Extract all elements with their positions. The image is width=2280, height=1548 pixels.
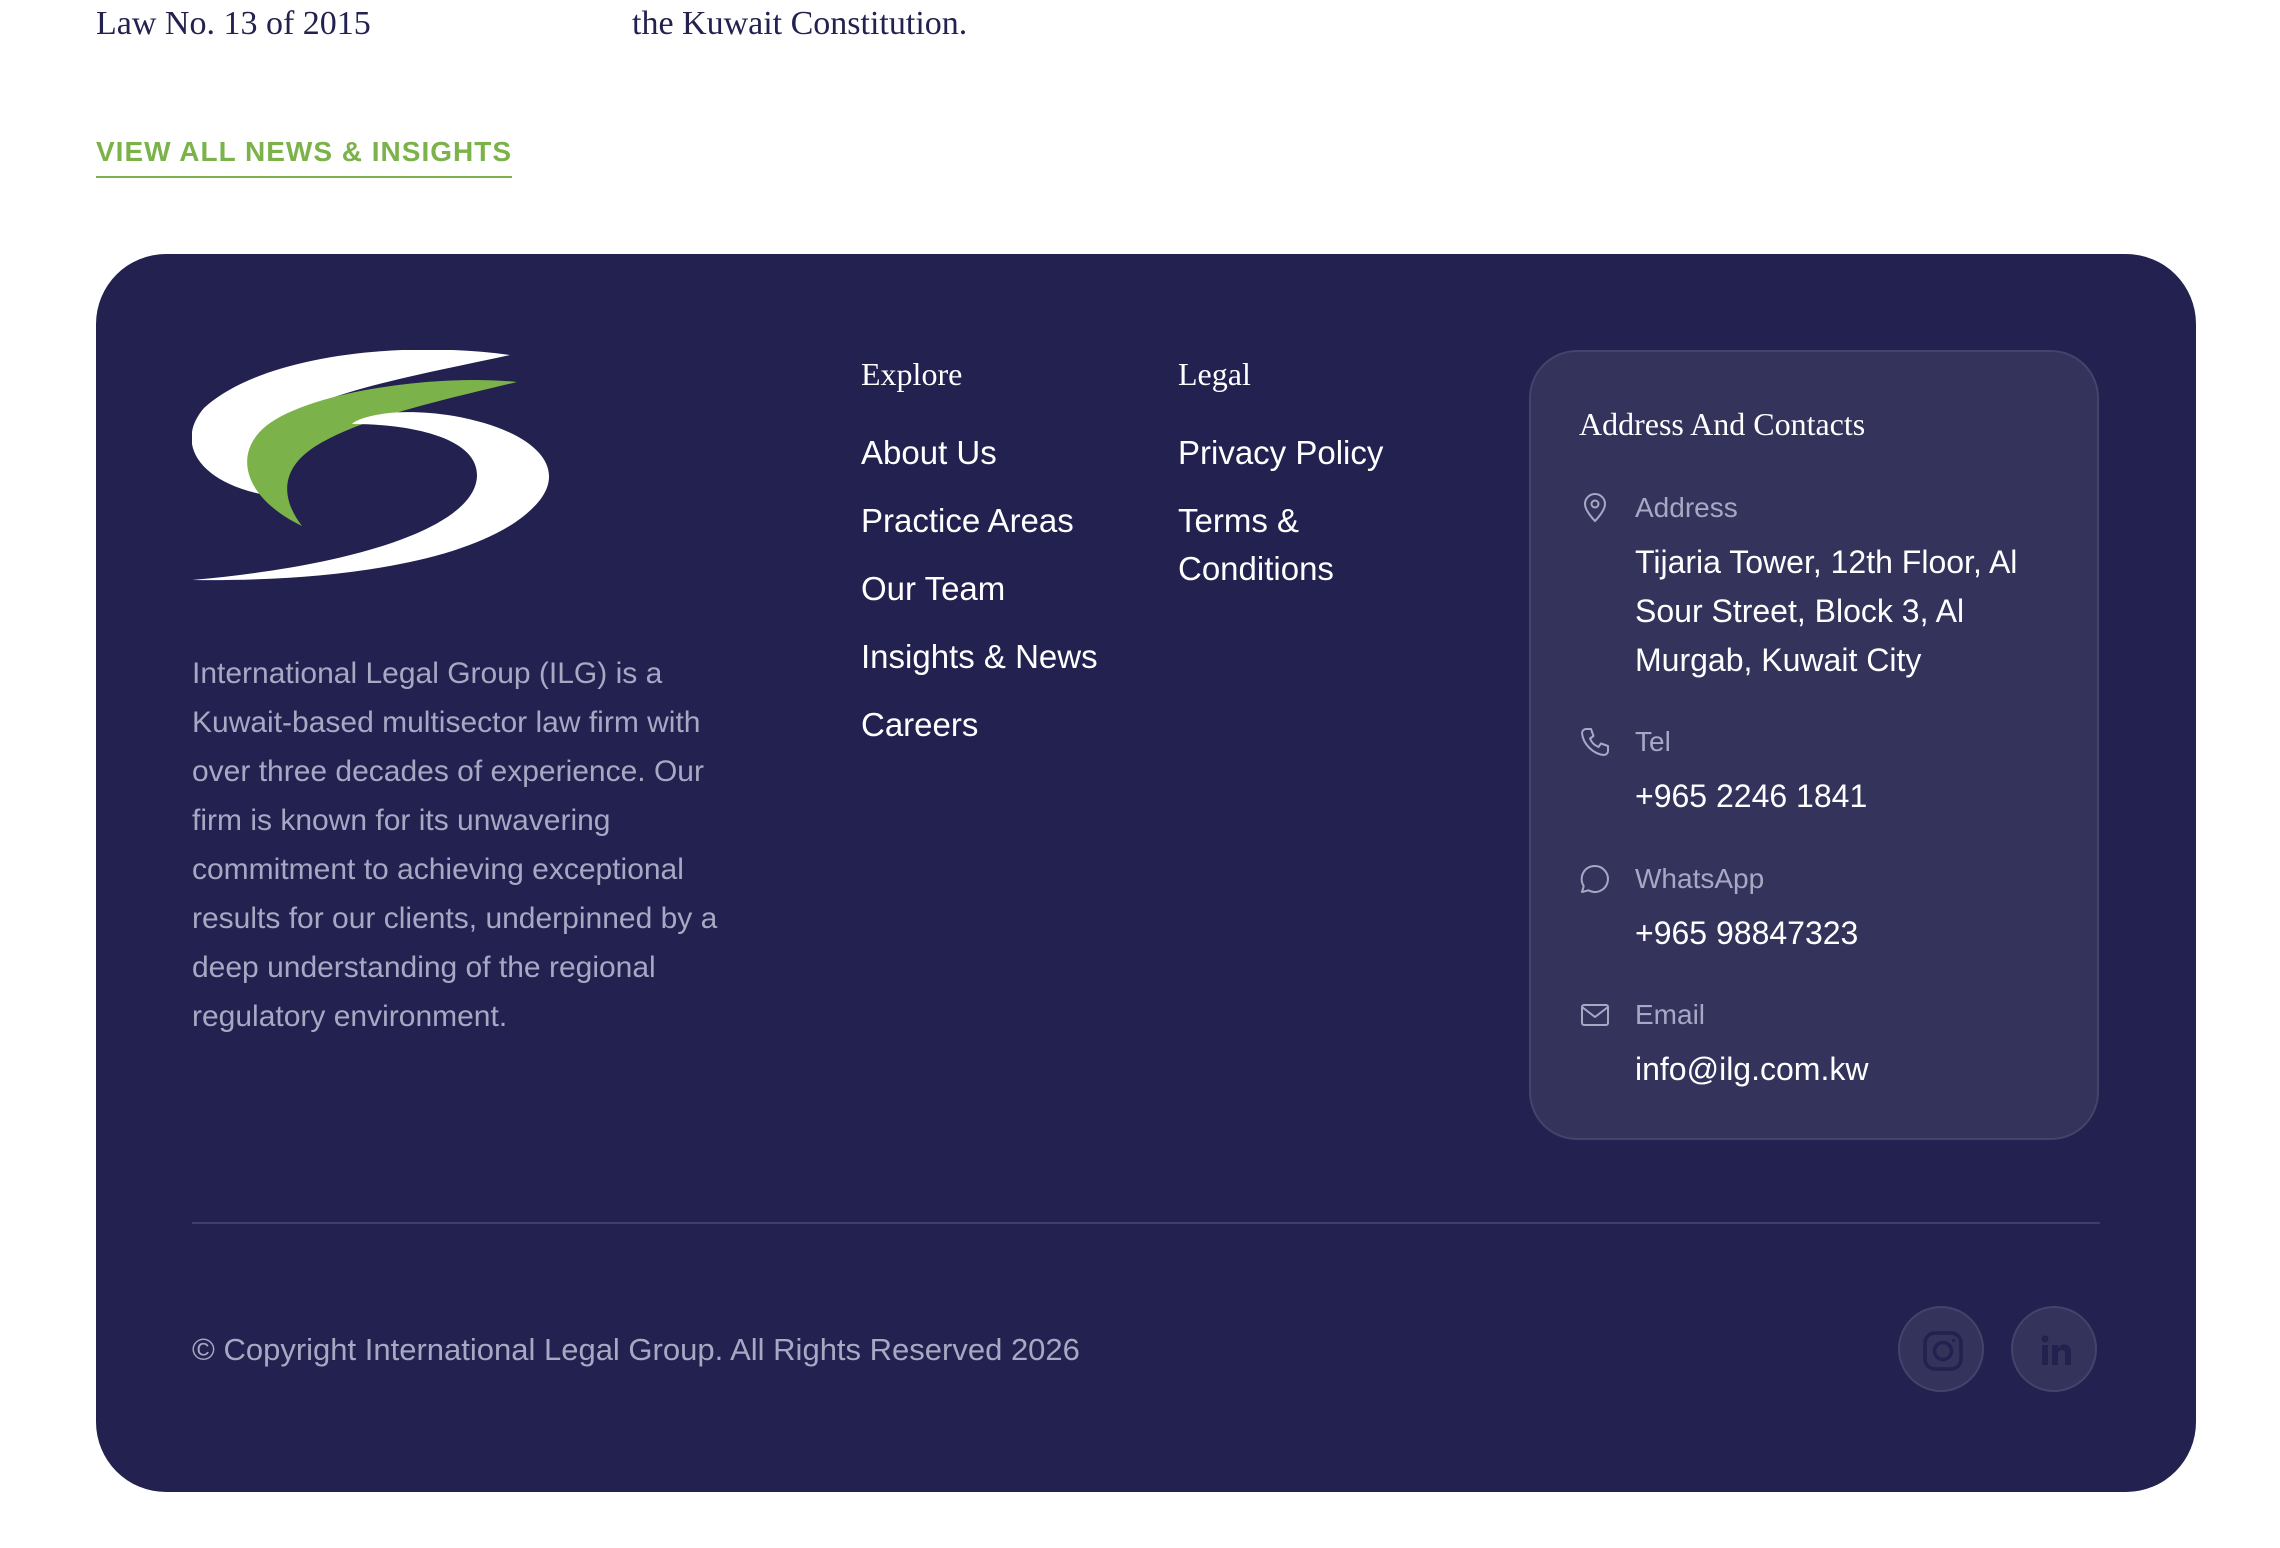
legal-links: Privacy Policy Terms & Conditions	[1178, 429, 1438, 613]
linkedin-icon	[2041, 1335, 2071, 1365]
email-value[interactable]: info@ilg.com.kw	[1635, 1045, 2055, 1094]
news-item-excerpt: the Kuwait Constitution.	[632, 5, 968, 42]
instagram-button[interactable]	[1898, 1306, 1984, 1392]
tel-value[interactable]: +965 2246 1841	[1635, 772, 2055, 821]
footer-link-practice-areas[interactable]: Practice Areas	[861, 497, 1131, 545]
chat-bubble-icon	[1580, 864, 1609, 893]
view-all-news-link[interactable]: VIEW ALL NEWS & INSIGHTS	[96, 134, 513, 178]
address-label: Address	[1635, 492, 1738, 523]
footer-link-insights-news[interactable]: Insights & News	[861, 633, 1131, 681]
explore-heading: Explore	[861, 356, 963, 392]
footer-link-about-us[interactable]: About Us	[861, 429, 1131, 477]
footer-divider	[192, 1222, 2100, 1224]
footer-link-our-team[interactable]: Our Team	[861, 565, 1131, 613]
explore-links: About Us Practice Areas Our Team Insight…	[861, 429, 1131, 769]
phone-icon	[1581, 728, 1609, 756]
site-footer: International Legal Group (ILG) is a Kuw…	[96, 254, 2196, 1492]
linkedin-button[interactable]	[2011, 1306, 2097, 1392]
copyright-text: © Copyright International Legal Group. A…	[192, 1332, 1080, 1367]
footer-link-terms-conditions[interactable]: Terms & Conditions	[1178, 497, 1438, 593]
instagram-icon	[1923, 1331, 1963, 1371]
contact-card-title: Address And Contacts	[1579, 406, 1866, 442]
footer-link-privacy-policy[interactable]: Privacy Policy	[1178, 429, 1438, 477]
whatsapp-label: WhatsApp	[1635, 863, 1765, 894]
location-pin-icon	[1583, 493, 1607, 523]
whatsapp-value[interactable]: +965 98847323	[1635, 909, 2055, 958]
ilg-logo[interactable]	[192, 350, 552, 582]
legal-heading: Legal	[1178, 356, 1251, 392]
email-label: Email	[1635, 999, 1706, 1030]
contact-card: Address And Contacts Address Tijaria Tow…	[1529, 350, 2099, 1140]
tel-label: Tel	[1635, 726, 1671, 757]
footer-link-careers[interactable]: Careers	[861, 701, 1131, 749]
news-item-law-reference: Law No. 13 of 2015	[96, 5, 371, 42]
address-value: Tijaria Tower, 12th Floor, Al Sour Stree…	[1635, 544, 2018, 678]
envelope-icon	[1581, 1004, 1609, 1026]
firm-description: International Legal Group (ILG) is a Kuw…	[192, 657, 718, 1033]
